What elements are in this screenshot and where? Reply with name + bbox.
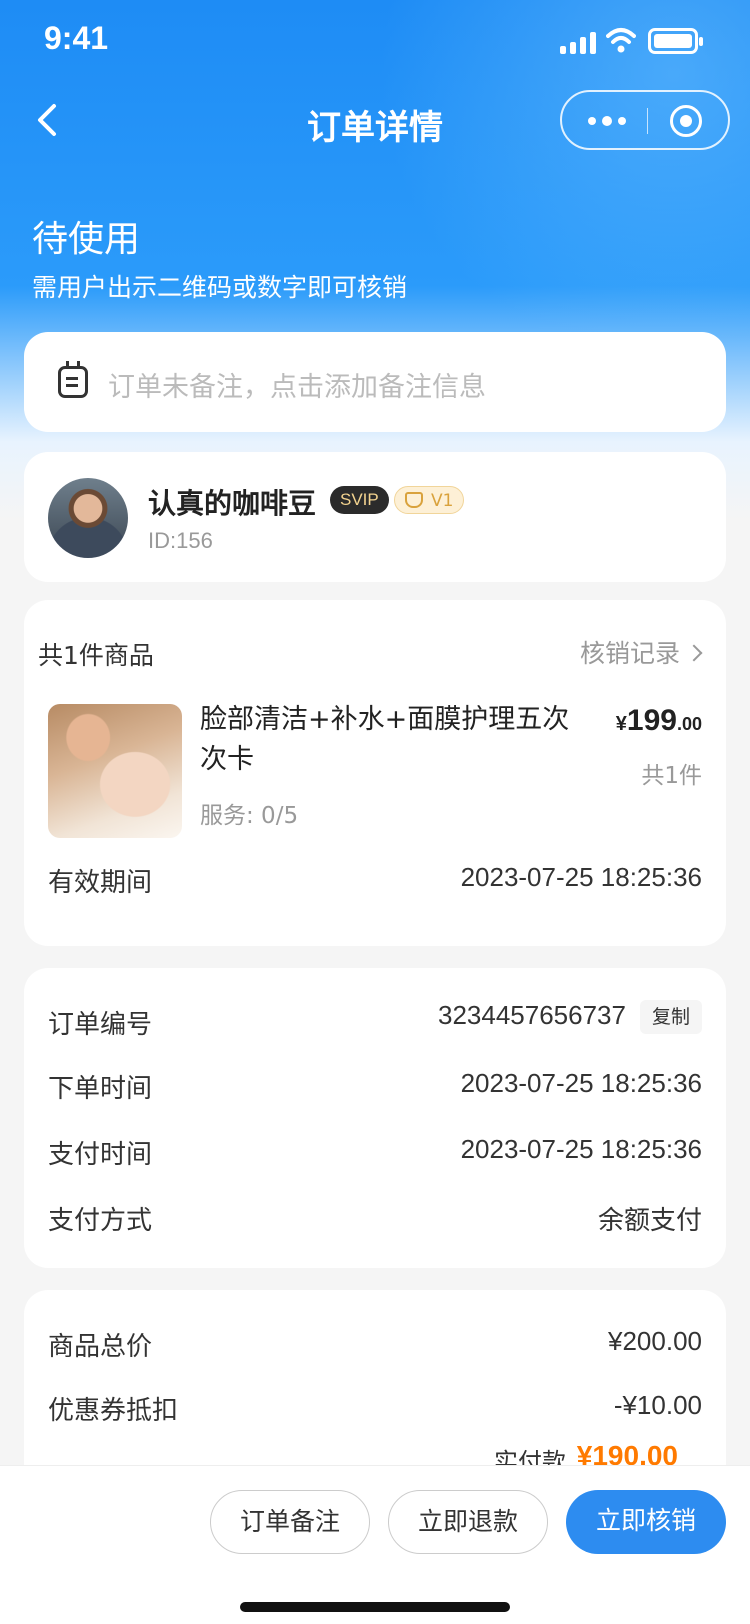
calendar-note-icon (58, 361, 88, 398)
goods-image[interactable] (48, 704, 182, 838)
capsule-divider (647, 108, 648, 134)
close-miniprogram-icon[interactable] (670, 105, 702, 137)
miniprogram-capsule (560, 90, 730, 150)
nav-bar: 订单详情 (0, 88, 750, 154)
svip-badge: SVIP (330, 486, 389, 514)
pay-method-label: 支付方式 (48, 1206, 153, 1236)
validity-value: 2023-07-25 18:25:36 (460, 862, 702, 892)
order-no-label: 订单编号 (48, 1010, 153, 1040)
price-decimal: .00 (676, 714, 702, 734)
refund-button[interactable]: 立即退款 (388, 1490, 548, 1554)
cellular-signal-icon (560, 32, 596, 54)
user-id: ID:156 (148, 528, 213, 553)
coupon-value: -¥10.00 (613, 1390, 702, 1420)
home-indicator (240, 1602, 510, 1612)
order-time-value: 2023-07-25 18:25:36 (460, 1068, 702, 1098)
pay-time-value: 2023-07-25 18:25:36 (460, 1134, 702, 1164)
verify-button[interactable]: 立即核销 (566, 1490, 726, 1554)
order-info-card: 订单编号 3234457656737 复制 下单时间 2023-07-25 18:… (24, 968, 726, 1268)
crown-icon (405, 492, 423, 508)
validity-label: 有效期间 (48, 868, 153, 898)
order-no-value: 3234457656737 (438, 1000, 626, 1030)
order-remark-button[interactable]: 订单备注 (210, 1490, 370, 1554)
vip-level-badge: V1 (394, 486, 465, 514)
pay-method-value: 余额支付 (597, 1206, 702, 1236)
goods-name: 脸部清洁+补水+面膜护理五次次卡 (200, 704, 570, 775)
pay-time-label: 支付时间 (48, 1140, 153, 1170)
order-status-subtitle: 需用户出示二维码或数字即可核销 (32, 273, 408, 302)
battery-icon (648, 28, 703, 54)
remark-card[interactable]: 订单未备注，点击添加备注信息 (24, 332, 726, 432)
chevron-right-icon (685, 644, 703, 662)
wifi-icon (606, 28, 636, 53)
status-bar: 9:41 (0, 0, 750, 88)
order-time-label: 下单时间 (48, 1074, 153, 1104)
price-symbol: ¥ (615, 713, 627, 735)
verification-record-label: 核销记录 (579, 639, 680, 668)
more-icon[interactable] (588, 112, 628, 130)
goods-service-count: 服务: 0/5 (200, 803, 299, 829)
remark-placeholder: 订单未备注，点击添加备注信息 (108, 372, 486, 403)
status-time: 9:41 (44, 20, 109, 56)
verification-record-link[interactable]: 核销记录 (579, 634, 703, 670)
order-status-title: 待使用 (32, 219, 141, 260)
goods-total-label: 商品总价 (48, 1332, 153, 1362)
vip-level-label: V1 (431, 491, 454, 511)
avatar (48, 478, 128, 558)
goods-total-value: ¥200.00 (608, 1326, 702, 1356)
price-integer: 199 (626, 704, 677, 737)
bottom-action-bar: 订单备注 立即退款 立即核销 (0, 1466, 750, 1624)
goods-price: ¥199.00 (616, 704, 702, 738)
coupon-label: 优惠券抵扣 (48, 1396, 179, 1426)
user-card: 认真的咖啡豆 SVIP V1 ID:156 (24, 452, 726, 582)
goods-quantity: 共1件 (641, 763, 702, 789)
goods-card: 共1件商品 核销记录 脸部清洁+补水+面膜护理五次次卡 服务: 0/5 ¥199… (24, 600, 726, 946)
user-name: 认真的咖啡豆 (148, 487, 317, 520)
goods-count: 共1件商品 (38, 641, 154, 670)
order-no-row: 3234457656737 复制 (438, 1000, 702, 1035)
copy-button[interactable]: 复制 (639, 1000, 702, 1035)
